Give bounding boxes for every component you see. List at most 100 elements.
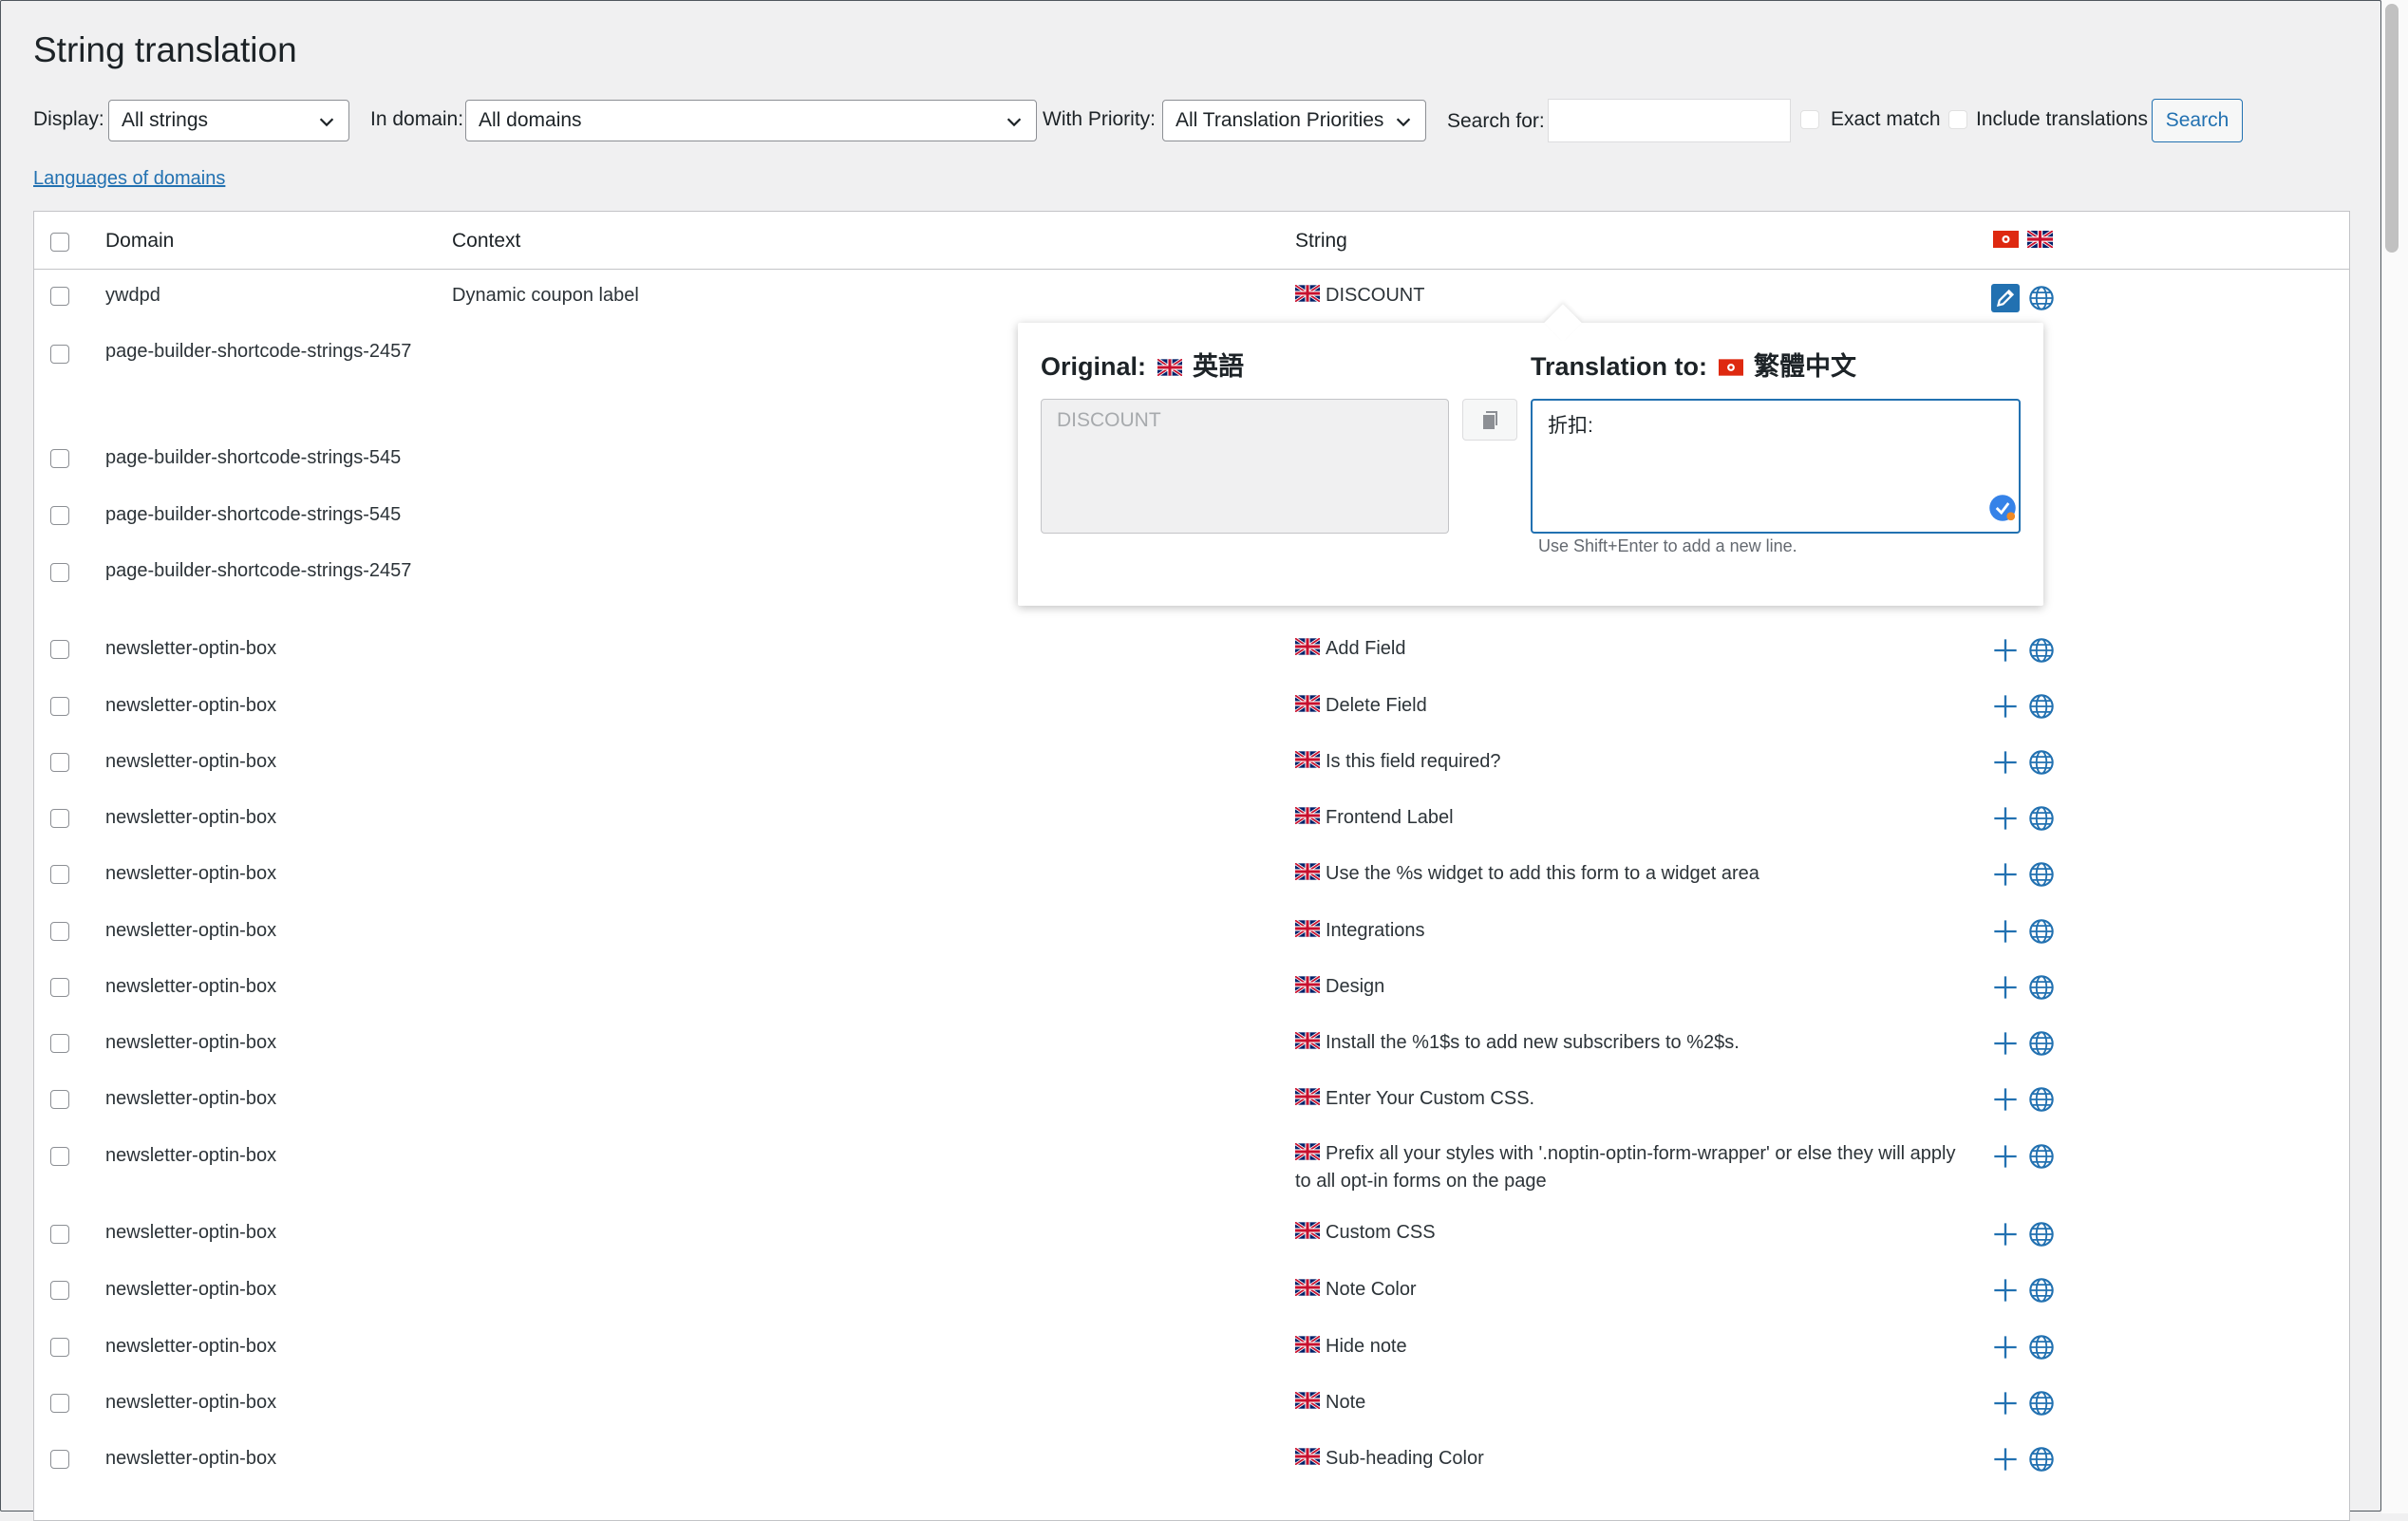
checkmark-icon[interactable] [1988, 494, 2017, 522]
row-checkbox[interactable] [50, 1147, 69, 1166]
globe-icon[interactable] [2028, 861, 2055, 888]
globe-icon[interactable] [2028, 285, 2055, 311]
row-string: Design [1295, 976, 1384, 998]
globe-icon[interactable] [2028, 1086, 2055, 1113]
copy-icon [1483, 411, 1497, 429]
row-checkbox[interactable] [50, 753, 69, 772]
scrollbar-thumb[interactable] [2385, 4, 2399, 253]
row-string: Custom CSS [1295, 1222, 1436, 1244]
globe-icon[interactable] [2028, 1277, 2055, 1304]
row-checkbox[interactable] [50, 1090, 69, 1109]
row-context: Dynamic coupon label [452, 285, 639, 306]
row-domain: newsletter-optin-box [105, 920, 277, 941]
row-checkbox[interactable] [50, 1034, 69, 1053]
column-header-string: String [1295, 230, 1347, 252]
plus-icon[interactable] [1992, 974, 2019, 1001]
globe-icon[interactable] [2028, 1143, 2055, 1170]
translation-text-area[interactable]: 折扣: [1531, 399, 2021, 534]
languages-of-domains-link[interactable]: Languages of domains [33, 168, 225, 190]
original-text-area: DISCOUNT [1041, 399, 1449, 534]
row-string: Hide note [1295, 1336, 1407, 1358]
plus-icon[interactable] [1992, 861, 2019, 888]
plus-icon[interactable] [1992, 1030, 2019, 1057]
plus-icon[interactable] [1992, 1086, 2019, 1113]
row-checkbox[interactable] [50, 640, 69, 659]
row-string: Note [1295, 1392, 1365, 1414]
row-checkbox[interactable] [50, 1281, 69, 1300]
row-domain: newsletter-optin-box [105, 751, 277, 772]
row-checkbox[interactable] [50, 978, 69, 997]
plus-icon[interactable] [1992, 637, 2019, 664]
globe-icon[interactable] [2028, 749, 2055, 776]
row-checkbox[interactable] [50, 809, 69, 828]
copy-original-button[interactable] [1462, 399, 1517, 441]
row-checkbox[interactable] [50, 345, 69, 364]
row-checkbox[interactable] [50, 506, 69, 525]
display-select-value: All strings [122, 109, 209, 131]
globe-icon[interactable] [2028, 1030, 2055, 1057]
plus-icon[interactable] [1992, 693, 2019, 720]
row-domain: newsletter-optin-box [105, 1448, 277, 1469]
plus-icon[interactable] [1992, 805, 2019, 832]
row-domain: newsletter-optin-box [105, 1279, 277, 1300]
include-translations-checkbox[interactable] [1948, 110, 1967, 129]
row-checkbox[interactable] [50, 1338, 69, 1357]
uk-flag-icon [1295, 807, 1320, 824]
search-input[interactable] [1548, 99, 1791, 142]
uk-flag-icon [1295, 1279, 1320, 1296]
uk-flag-icon[interactable] [2027, 231, 2053, 248]
globe-icon[interactable] [2028, 1334, 2055, 1361]
row-checkbox[interactable] [50, 563, 69, 582]
row-domain: newsletter-optin-box [105, 1145, 277, 1166]
row-checkbox[interactable] [50, 449, 69, 468]
row-string: DISCOUNT [1295, 285, 1424, 307]
globe-icon[interactable] [2028, 918, 2055, 945]
plus-icon[interactable] [1992, 1221, 2019, 1248]
row-domain: newsletter-optin-box [105, 807, 277, 828]
translation-heading: Translation to: 繁體中文 [1531, 352, 1857, 381]
plus-icon[interactable] [1992, 918, 2019, 945]
row-string: Is this field required? [1295, 751, 1501, 773]
uk-flag-icon [1295, 1448, 1320, 1465]
plus-icon[interactable] [1992, 1143, 2019, 1170]
globe-icon[interactable] [2028, 1446, 2055, 1473]
search-button[interactable]: Search [2152, 99, 2243, 142]
globe-icon[interactable] [2028, 1221, 2055, 1248]
select-all-checkbox[interactable] [50, 233, 69, 252]
plus-icon[interactable] [1992, 1390, 2019, 1417]
uk-flag-icon [1295, 976, 1320, 993]
row-domain: newsletter-optin-box [105, 638, 277, 659]
domain-select[interactable]: All domains [465, 100, 1037, 141]
row-domain: newsletter-optin-box [105, 863, 277, 884]
uk-flag-icon [1295, 1336, 1320, 1353]
table-header-divider [34, 269, 2349, 270]
row-domain: newsletter-optin-box [105, 695, 277, 716]
globe-icon[interactable] [2028, 693, 2055, 720]
priority-select[interactable]: All Translation Priorities [1162, 100, 1426, 141]
globe-icon[interactable] [2028, 637, 2055, 664]
plus-icon[interactable] [1992, 1334, 2019, 1361]
row-checkbox[interactable] [50, 922, 69, 941]
uk-flag-icon [1295, 285, 1320, 302]
display-select[interactable]: All strings [108, 100, 349, 141]
uk-flag-icon [1295, 1143, 1320, 1160]
domain-select-value: All domains [479, 109, 582, 131]
row-checkbox[interactable] [50, 287, 69, 306]
row-checkbox[interactable] [50, 1394, 69, 1413]
hk-flag-icon[interactable] [1993, 231, 2019, 248]
globe-icon[interactable] [2028, 1390, 2055, 1417]
row-domain: ywdpd [105, 285, 160, 306]
plus-icon[interactable] [1992, 749, 2019, 776]
row-checkbox[interactable] [50, 697, 69, 716]
newline-hint: Use Shift+Enter to add a new line. [1538, 536, 1797, 555]
edit-translation-button[interactable] [1991, 284, 2020, 312]
exact-match-checkbox[interactable] [1800, 110, 1819, 129]
globe-icon[interactable] [2028, 974, 2055, 1001]
globe-icon[interactable] [2028, 805, 2055, 832]
row-domain: page-builder-shortcode-strings-2457 [105, 560, 412, 581]
row-checkbox[interactable] [50, 865, 69, 884]
row-checkbox[interactable] [50, 1225, 69, 1244]
plus-icon[interactable] [1992, 1446, 2019, 1473]
row-checkbox[interactable] [50, 1450, 69, 1469]
plus-icon[interactable] [1992, 1277, 2019, 1304]
